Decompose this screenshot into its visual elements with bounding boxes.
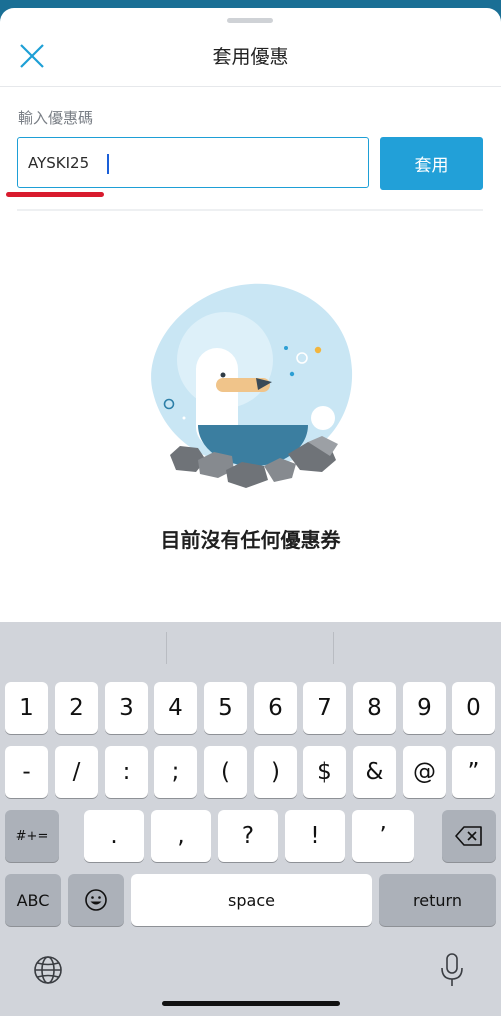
key-comma[interactable]: , <box>151 810 211 862</box>
coupon-code-input[interactable] <box>18 138 368 187</box>
key-7[interactable]: 7 <box>303 682 346 734</box>
emoji-icon <box>85 889 107 911</box>
key-1[interactable]: 1 <box>5 682 48 734</box>
key-at[interactable]: @ <box>403 746 446 798</box>
coupon-code-label: 輸入優惠碼 <box>18 109 94 127</box>
space-key[interactable]: space <box>131 874 372 926</box>
suggestion-divider <box>333 632 334 664</box>
key-4[interactable]: 4 <box>154 682 197 734</box>
globe-icon <box>34 956 62 984</box>
key-colon[interactable]: : <box>105 746 148 798</box>
key-open-paren[interactable]: ( <box>204 746 247 798</box>
apply-button[interactable]: 套用 <box>380 137 483 190</box>
key-semicolon[interactable]: ; <box>154 746 197 798</box>
key-apostrophe[interactable]: ’ <box>352 810 414 862</box>
key-hyphen[interactable]: - <box>5 746 48 798</box>
dictation-button[interactable] <box>438 952 466 988</box>
key-2[interactable]: 2 <box>55 682 98 734</box>
key-dollar[interactable]: $ <box>303 746 346 798</box>
system-keyboard: 1 2 3 4 5 6 7 8 9 0 - / : ; ( ) $ & @ ” … <box>0 622 501 1016</box>
home-indicator[interactable] <box>162 1001 340 1006</box>
key-slash[interactable]: / <box>55 746 98 798</box>
empty-state-message: 目前沒有任何優惠券 <box>160 528 341 552</box>
return-key[interactable]: return <box>379 874 496 926</box>
key-3[interactable]: 3 <box>105 682 148 734</box>
abc-key[interactable]: ABC <box>5 874 61 926</box>
empty-coupon-illustration <box>151 283 353 488</box>
microphone-icon <box>441 953 463 986</box>
emoji-key[interactable] <box>68 874 124 926</box>
coupon-code-field[interactable] <box>17 137 369 188</box>
backspace-icon <box>455 826 482 846</box>
key-6[interactable]: 6 <box>254 682 297 734</box>
header: 套用優惠 <box>0 32 501 87</box>
key-9[interactable]: 9 <box>403 682 446 734</box>
key-quote[interactable]: ” <box>452 746 495 798</box>
key-exclamation[interactable]: ! <box>285 810 345 862</box>
key-8[interactable]: 8 <box>353 682 396 734</box>
highlight-underline <box>6 192 104 197</box>
divider <box>17 209 483 211</box>
key-period[interactable]: . <box>84 810 144 862</box>
key-question[interactable]: ? <box>218 810 278 862</box>
globe-button[interactable] <box>32 954 64 986</box>
key-close-paren[interactable]: ) <box>254 746 297 798</box>
delete-key[interactable] <box>442 810 496 862</box>
symbols-toggle-key[interactable]: #+= <box>5 810 59 862</box>
text-caret <box>107 154 109 174</box>
key-ampersand[interactable]: & <box>353 746 396 798</box>
key-5[interactable]: 5 <box>204 682 247 734</box>
key-0[interactable]: 0 <box>452 682 495 734</box>
page-title: 套用優惠 <box>212 46 289 68</box>
sheet-grabber[interactable] <box>227 18 273 23</box>
suggestion-divider <box>166 632 167 664</box>
